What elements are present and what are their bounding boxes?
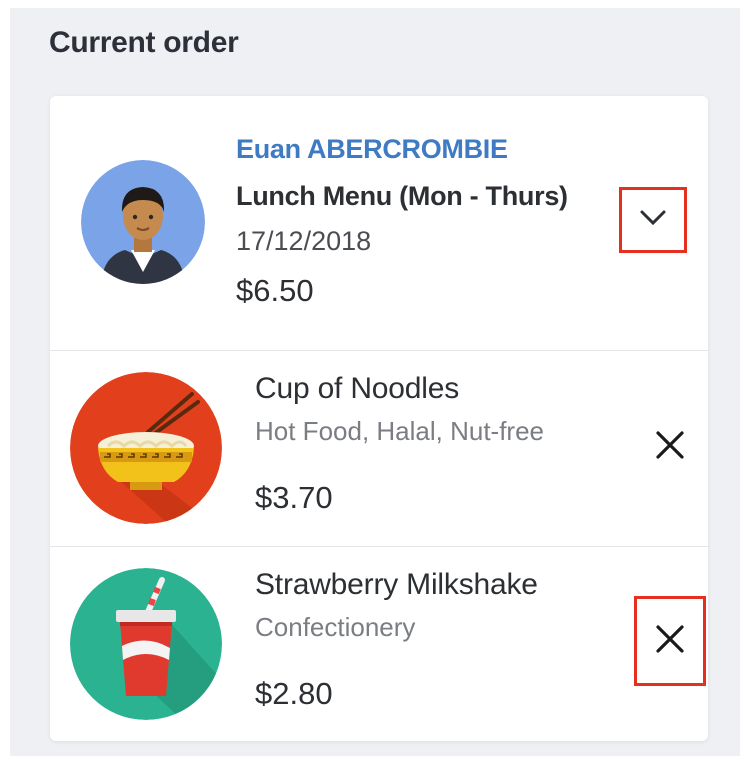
item-price: $2.80: [255, 676, 333, 711]
chevron-down-icon: [639, 209, 667, 232]
order-total: $6.50: [236, 273, 314, 308]
expand-order-button[interactable]: [619, 187, 687, 253]
item-name: Cup of Noodles: [255, 372, 459, 405]
remove-item-button[interactable]: [634, 596, 706, 686]
current-order-panel: Current order Euan ABERCROMBIE Lunch Men…: [10, 8, 740, 756]
list-item: Cup of Noodles Hot Food, Halal, Nut-free…: [50, 350, 708, 546]
close-icon: [654, 623, 686, 660]
item-name: Strawberry Milkshake: [255, 568, 538, 601]
remove-item-button[interactable]: [635, 412, 705, 482]
order-header: Euan ABERCROMBIE Lunch Menu (Mon - Thurs…: [50, 96, 708, 350]
close-icon: [654, 429, 686, 466]
milkshake-cup-icon: [70, 568, 222, 720]
order-date: 17/12/2018: [236, 226, 372, 256]
item-tags: Confectionery: [255, 612, 416, 642]
item-price: $3.70: [255, 480, 333, 515]
person-avatar-icon: [81, 160, 205, 284]
menu-name: Lunch Menu (Mon - Thurs): [236, 181, 568, 211]
order-card: Euan ABERCROMBIE Lunch Menu (Mon - Thurs…: [50, 96, 708, 741]
noodle-bowl-icon: [70, 372, 222, 524]
customer-name[interactable]: Euan ABERCROMBIE: [236, 134, 508, 165]
item-tags: Hot Food, Halal, Nut-free: [255, 416, 545, 446]
section-title: Current order: [49, 26, 239, 59]
list-item: Strawberry Milkshake Confectionery $2.80: [50, 546, 708, 741]
